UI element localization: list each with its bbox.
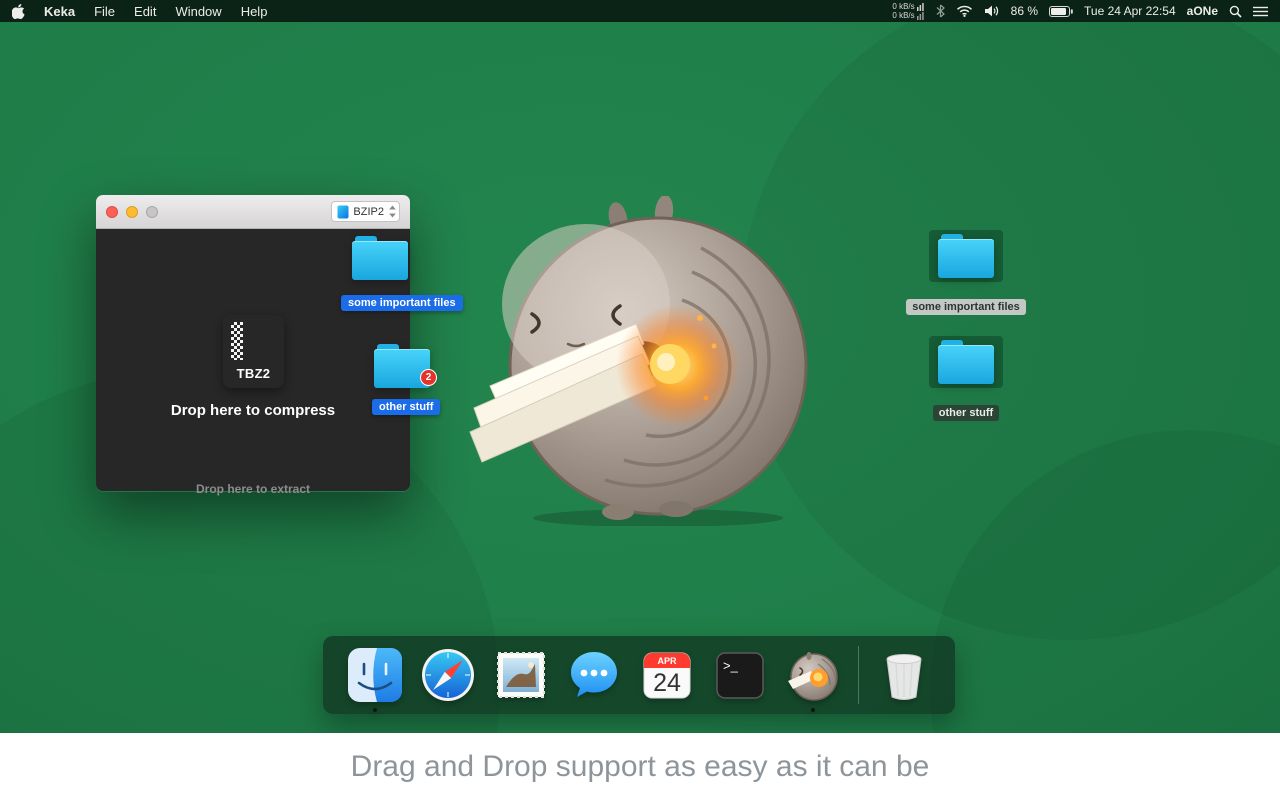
format-value: BZIP2 — [353, 205, 384, 218]
notification-center-icon[interactable] — [1253, 6, 1268, 17]
desktop-folder-other-stuff[interactable]: other stuff — [896, 336, 1036, 421]
drag-label-other-stuff: other stuff — [372, 399, 441, 415]
net-down-label: 0 kB/s — [892, 10, 915, 20]
trash-icon — [886, 654, 921, 700]
compress-drop-zone[interactable]: Drop here to compress — [96, 402, 410, 419]
format-dropdown[interactable]: BZIP2 — [331, 201, 400, 222]
drag-label-important-files: some important files — [341, 295, 463, 311]
dragged-folder-important-files[interactable] — [352, 236, 408, 280]
apple-menu-icon[interactable] — [12, 3, 25, 19]
stepper-icon — [389, 205, 396, 218]
keka-mascot-illustration — [468, 195, 828, 527]
running-indicator — [810, 708, 815, 712]
spotlight-search-icon[interactable] — [1229, 5, 1242, 18]
calendar-month-label: APR — [657, 656, 677, 666]
menu-app-name[interactable]: Keka — [44, 4, 75, 19]
dragged-folder-other-stuff[interactable]: 2 — [374, 344, 437, 388]
window-titlebar[interactable]: BZIP2 — [96, 195, 410, 229]
desktop-folder-important-files[interactable]: some important files — [896, 230, 1036, 315]
terminal-prompt-label: >_ — [723, 658, 739, 673]
calendar-icon: APR 24 — [643, 652, 690, 699]
folder-icon — [938, 234, 994, 278]
folder-icon — [352, 236, 408, 280]
format-file-icon — [337, 205, 349, 218]
volume-icon[interactable] — [984, 5, 1000, 17]
dock-item-finder[interactable] — [347, 647, 403, 712]
finder-icon — [347, 648, 402, 702]
calendar-day-label: 24 — [653, 669, 681, 697]
safari-icon — [421, 649, 474, 701]
folder-icon — [938, 340, 994, 384]
dock-item-trash[interactable] — [876, 647, 932, 703]
selection-highlight — [929, 336, 1003, 388]
dock-item-safari[interactable] — [420, 647, 476, 703]
menu-user-name[interactable]: aONe — [1187, 4, 1218, 18]
tbz2-file-icon: TBZ2 — [223, 315, 284, 388]
keka-icon — [787, 652, 838, 701]
dock-item-keka[interactable] — [785, 647, 841, 712]
messages-icon — [570, 652, 617, 697]
net-bars-icon — [916, 2, 924, 11]
battery-icon[interactable] — [1049, 5, 1073, 17]
net-bars-icon — [916, 11, 924, 20]
menu-file[interactable]: File — [94, 4, 115, 19]
minimize-button[interactable] — [126, 205, 138, 218]
menu-clock[interactable]: Tue 24 Apr 22:54 — [1084, 4, 1176, 18]
close-button[interactable] — [106, 205, 118, 218]
net-up-label: 0 kB/s — [892, 1, 915, 11]
menu-edit[interactable]: Edit — [134, 4, 156, 19]
extract-drop-zone[interactable]: Drop here to extract — [96, 482, 410, 496]
battery-percent-label: 86 % — [1010, 4, 1039, 18]
menu-help[interactable]: Help — [241, 4, 268, 19]
terminal-icon: >_ — [715, 652, 764, 699]
file-type-label: TBZ2 — [236, 366, 271, 381]
zoom-button[interactable] — [146, 205, 158, 218]
caption-text: Drag and Drop support as easy as it can … — [350, 749, 930, 783]
traffic-lights — [106, 205, 158, 218]
mail-icon — [496, 652, 545, 698]
dock: APR 24 >_ — [323, 636, 955, 714]
caption-bar: Drag and Drop support as easy as it can … — [0, 733, 1280, 800]
selection-highlight — [929, 230, 1003, 282]
desktop-label-other-stuff: other stuff — [932, 405, 1000, 421]
desktop-label-important-files: some important files — [906, 299, 1026, 315]
dock-item-terminal[interactable]: >_ — [712, 647, 768, 703]
checker-pattern — [231, 322, 243, 360]
menu-window[interactable]: Window — [175, 4, 221, 19]
running-indicator — [372, 708, 377, 712]
bluetooth-icon[interactable] — [936, 4, 945, 18]
dock-item-messages[interactable] — [566, 647, 622, 703]
dock-item-mail[interactable] — [493, 647, 549, 703]
dock-item-calendar[interactable]: APR 24 — [639, 647, 695, 703]
wifi-icon[interactable] — [956, 5, 973, 17]
menu-bar: Keka File Edit Window Help 0 kB/s 0 kB/s — [0, 0, 1280, 22]
desktop: Keka File Edit Window Help 0 kB/s 0 kB/s — [0, 0, 1280, 800]
dock-separator — [857, 646, 859, 704]
drag-count-badge: 2 — [420, 369, 437, 386]
network-activity-indicator[interactable]: 0 kB/s 0 kB/s — [892, 1, 924, 20]
